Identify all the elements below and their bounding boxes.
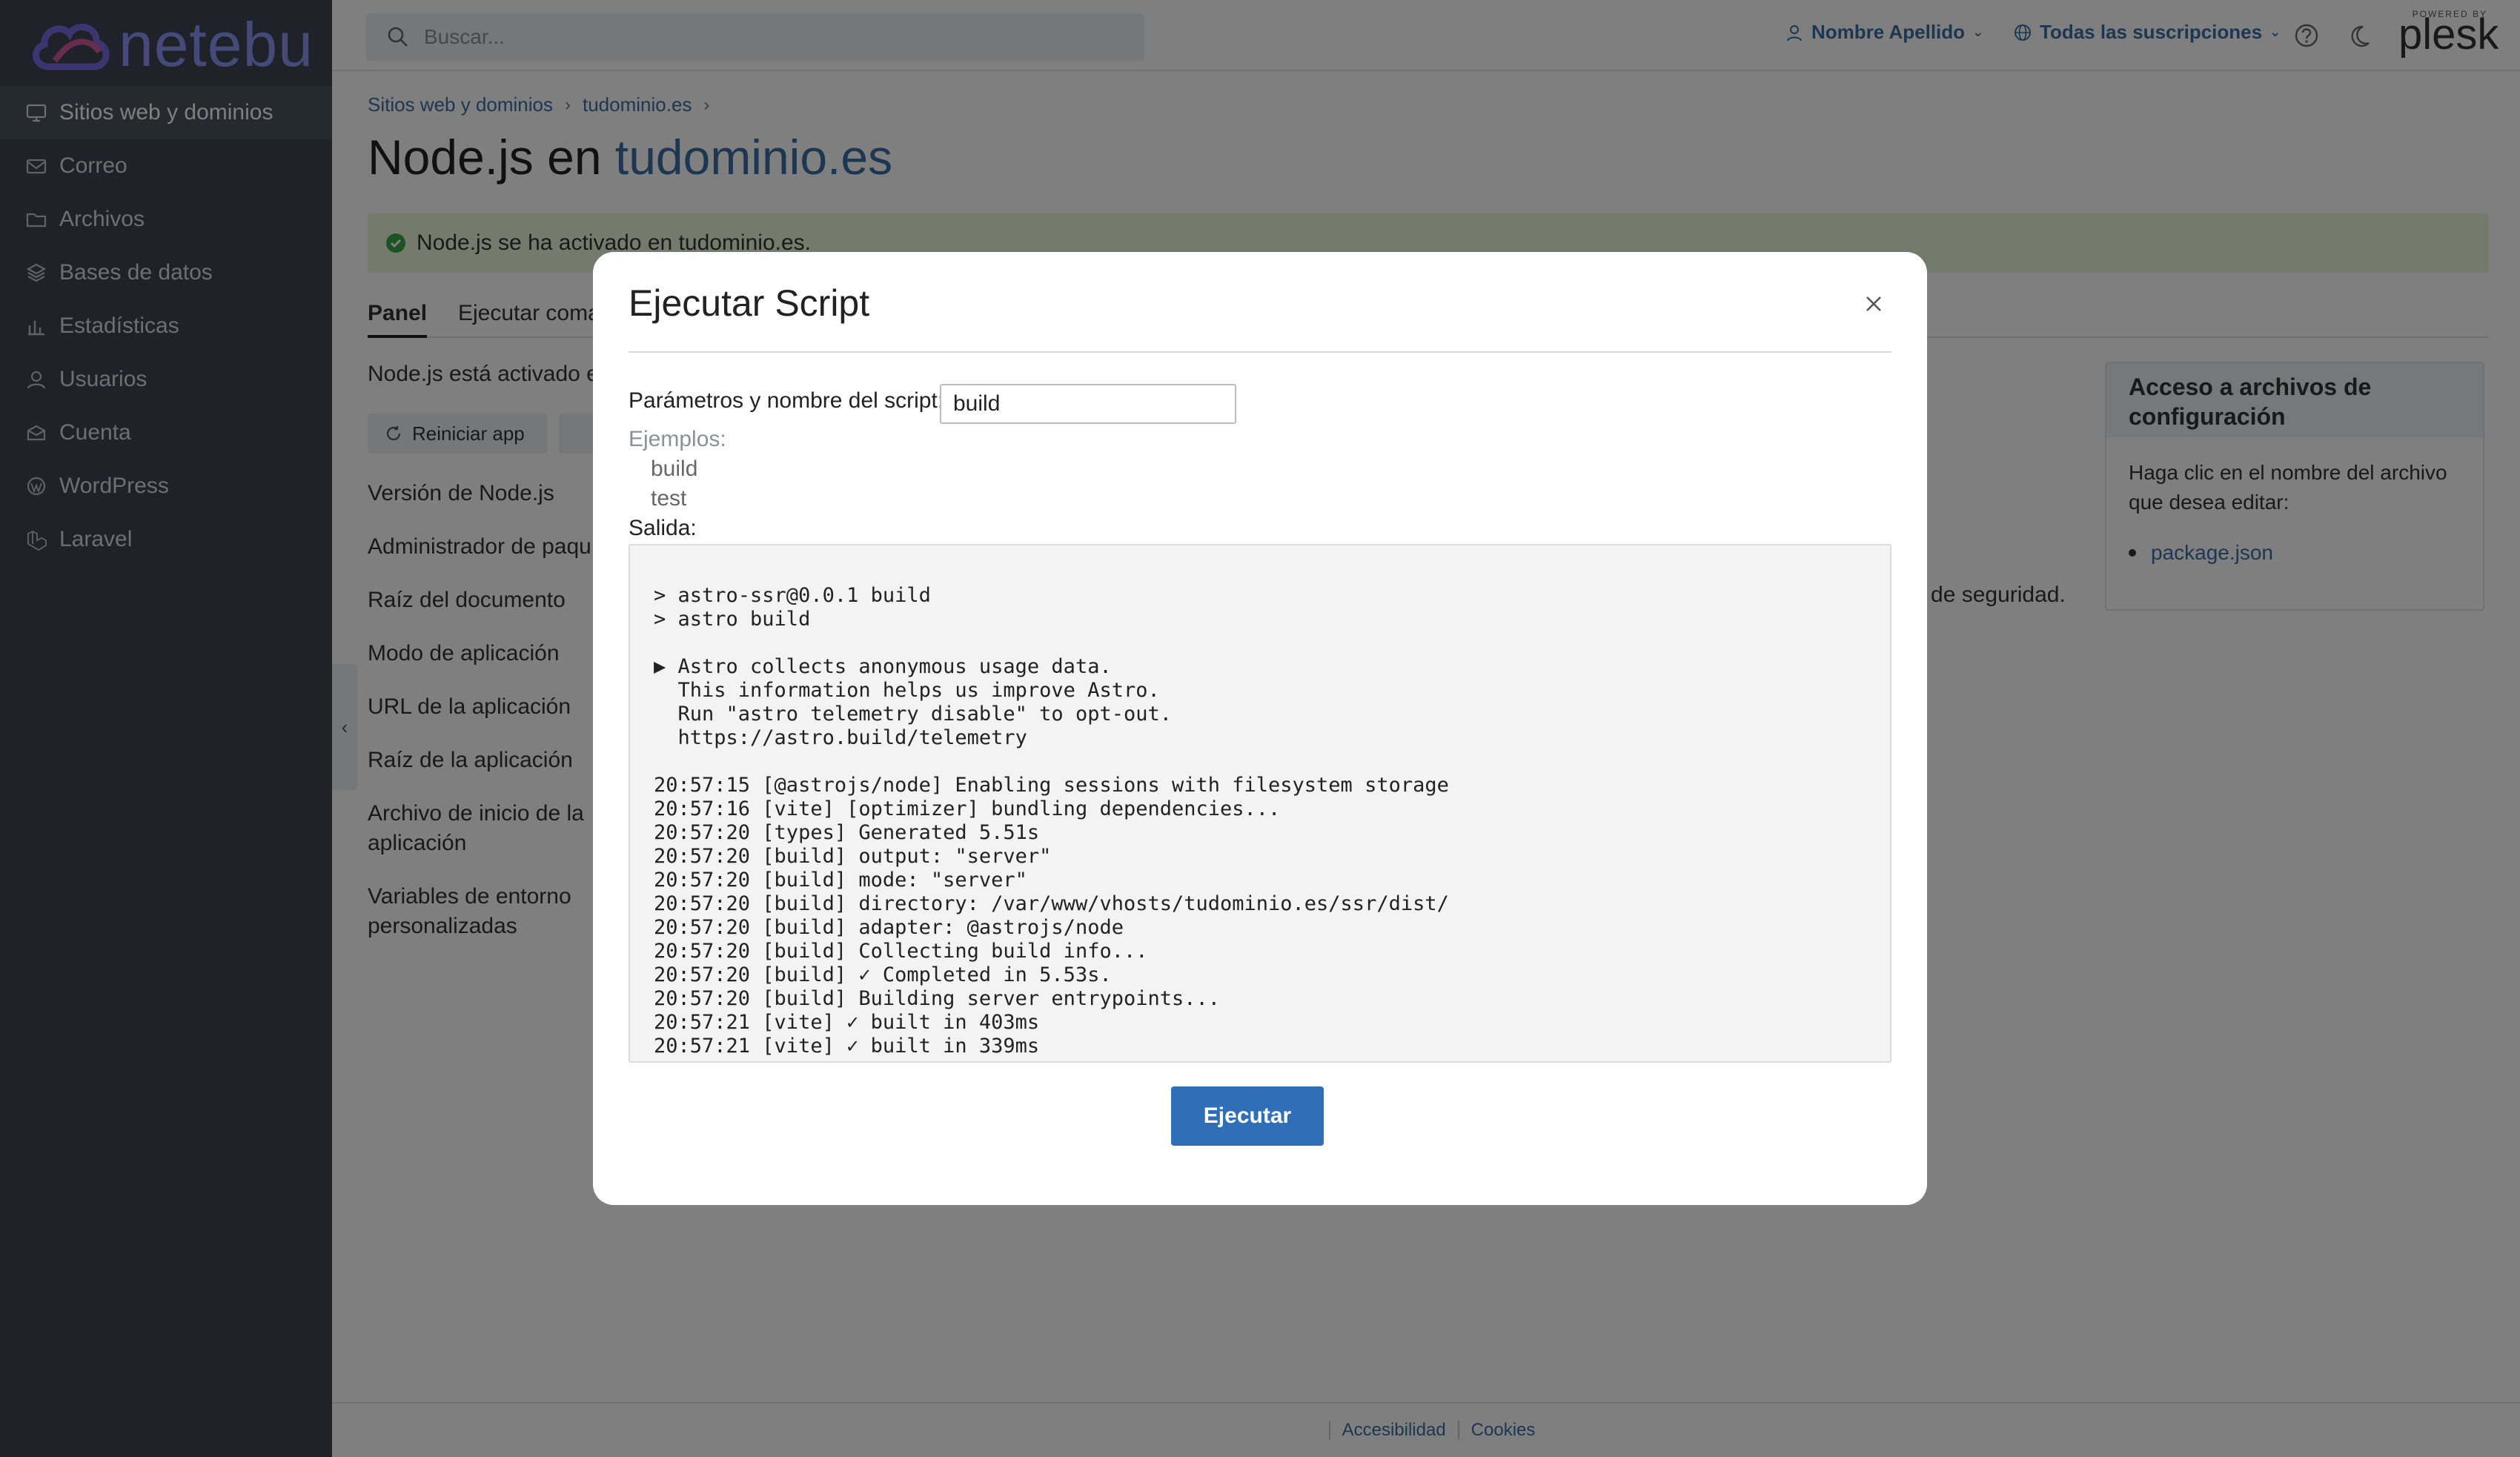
close-icon[interactable] [1862, 292, 1886, 316]
output-line: > astro-ssr@0.0.1 build [654, 584, 931, 607]
output-line: 20:57:20 [build] output: "server" [654, 845, 1052, 868]
output-line: 20:57:21 [vite] ✓ built in 403ms [654, 1011, 1040, 1034]
script-output[interactable]: > astro-ssr@0.0.1 build > astro build ▶ … [629, 544, 1891, 1063]
output-line: 20:57:21 [vite] ✓ built in 339ms [654, 1035, 1040, 1058]
output-label: Salida: [629, 516, 697, 540]
example-test: test [651, 486, 687, 511]
output-line: 20:57:16 [vite] [optimizer] bundling dep… [654, 797, 1281, 820]
output-line: 20:57:20 [build] adapter: @astrojs/node [654, 916, 1124, 939]
output-line: 20:57:15 [@astrojs/node] Enabling sessio… [654, 774, 1449, 797]
output-line: 20:57:20 [build] Building server entrypo… [654, 987, 1221, 1010]
examples-label: Ejemplos: [629, 427, 726, 451]
output-line: 20:57:20 [build] Collecting build info..… [654, 940, 1148, 963]
script-params-label: Parámetros y nombre del script: [629, 388, 944, 413]
output-line: This information helps us improve Astro. [654, 679, 1160, 702]
output-line: https://astro.build/telemetry [654, 726, 1027, 749]
output-line: ▶ Astro collects anonymous usage data. [654, 655, 1112, 678]
output-line: Run "astro telemetry disable" to opt-out… [654, 703, 1172, 726]
run-script-dialog: Ejecutar Script Parámetros y nombre del … [593, 252, 1927, 1205]
output-line: > astro build [654, 608, 811, 631]
run-script-button[interactable]: Ejecutar [1171, 1086, 1324, 1146]
output-line: 20:57:20 [build] directory: /var/www/vho… [654, 892, 1449, 915]
output-line: 20:57:20 [build] mode: "server" [654, 869, 1027, 892]
dialog-title: Ejecutar Script [629, 282, 870, 324]
script-params-input[interactable] [940, 384, 1236, 424]
output-line: 20:57:20 [types] Generated 5.51s [654, 821, 1040, 844]
output-line: 20:57:20 [build] ✓ Completed in 5.53s. [654, 963, 1112, 986]
dialog-divider [629, 351, 1891, 353]
example-build: build [651, 457, 698, 481]
